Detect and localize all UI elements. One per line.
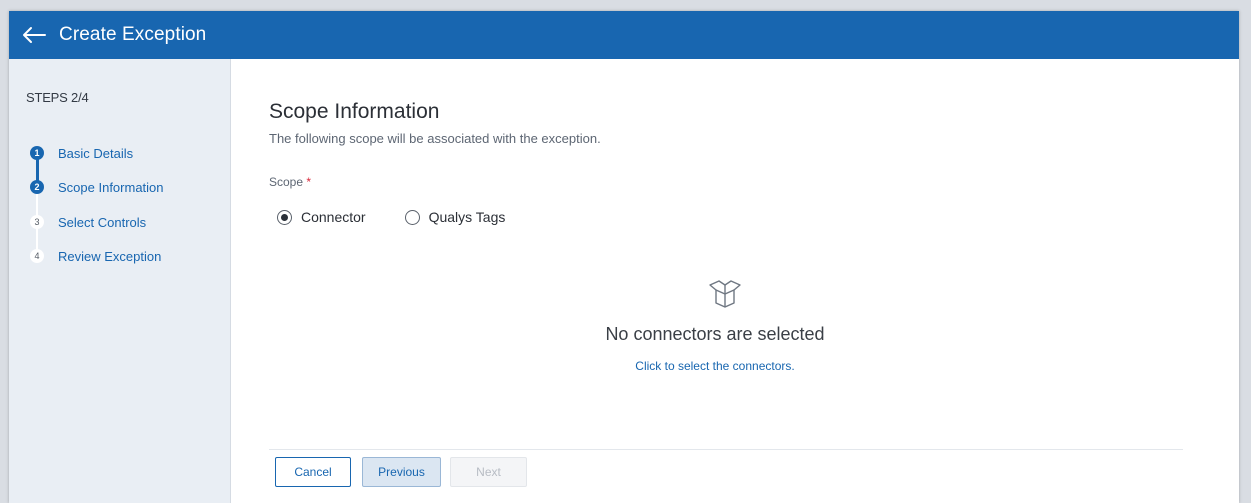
- page-title: Create Exception: [59, 24, 207, 45]
- select-connectors-link[interactable]: Click to select the connectors.: [231, 359, 1239, 373]
- step-scope-information[interactable]: 2 Scope Information: [30, 177, 164, 197]
- radio-label: Connector: [301, 209, 366, 225]
- step-label: Basic Details: [58, 145, 134, 161]
- step-number: 3: [30, 215, 44, 229]
- step-select-controls[interactable]: 3 Select Controls: [30, 212, 146, 232]
- steps-sidebar: STEPS 2/4 1 Basic Details 2 Scope Inform…: [9, 59, 231, 503]
- step-label: Review Exception: [58, 248, 162, 264]
- create-exception-window: Create Exception STEPS 2/4 1 Basic Detai…: [9, 11, 1239, 503]
- scope-label: Scope *: [269, 175, 311, 189]
- scope-label-text: Scope: [269, 175, 304, 189]
- step-basic-details[interactable]: 1 Basic Details: [30, 143, 133, 163]
- step-review-exception[interactable]: 4 Review Exception: [30, 246, 161, 266]
- next-button: Next: [450, 457, 527, 487]
- radio-qualys-tags[interactable]: Qualys Tags: [404, 209, 506, 225]
- header-bar: Create Exception: [9, 11, 1239, 59]
- step-label: Select Controls: [58, 214, 147, 230]
- steps-counter: STEPS 2/4: [26, 90, 89, 105]
- radio-button[interactable]: [404, 209, 420, 225]
- step-label: Scope Information: [58, 179, 164, 195]
- main-content: Scope Information The following scope wi…: [231, 59, 1239, 503]
- footer-divider: [269, 449, 1183, 450]
- required-marker: *: [306, 175, 312, 189]
- back-arrow-icon[interactable]: [21, 25, 47, 45]
- scope-radio-group: Connector Qualys Tags: [277, 209, 544, 225]
- radio-button-selected[interactable]: [277, 209, 292, 225]
- radio-label: Qualys Tags: [428, 209, 506, 225]
- section-subtitle: The following scope will be associated w…: [269, 131, 601, 146]
- step-number: 4: [30, 249, 44, 263]
- open-box-icon: [707, 275, 743, 311]
- radio-connector[interactable]: Connector: [277, 209, 366, 225]
- step-number: 2: [30, 180, 44, 194]
- radio-dot: [281, 213, 288, 221]
- previous-button[interactable]: Previous: [362, 457, 441, 487]
- step-number: 1: [30, 146, 44, 160]
- section-title: Scope Information: [269, 100, 440, 123]
- cancel-button[interactable]: Cancel: [275, 457, 351, 487]
- empty-state-title: No connectors are selected: [605, 324, 825, 344]
